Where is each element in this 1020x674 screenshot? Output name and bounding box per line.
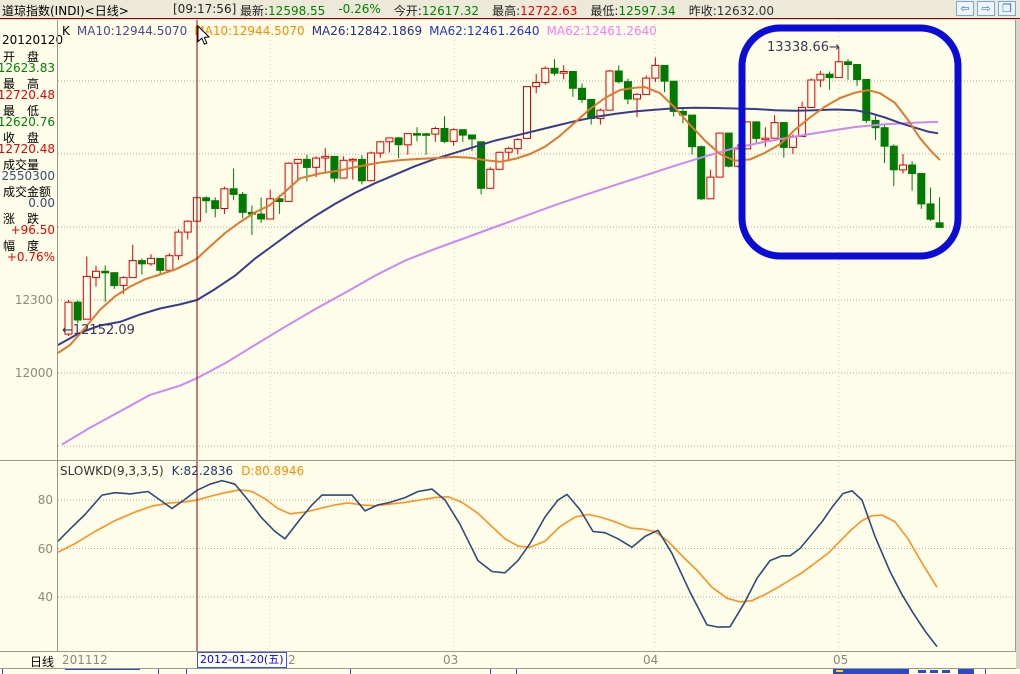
strip-segment-12: [985, 669, 986, 674]
strip-segment-2: [186, 669, 187, 674]
panel-separator: [0, 460, 1016, 461]
strip-segment-1: [158, 669, 159, 674]
date-tick-0: 201112: [62, 653, 108, 667]
left-gutter-border: [57, 20, 58, 668]
ma62-line: [61, 120, 939, 446]
date-tick-3: 04: [643, 653, 659, 667]
strip-yellow-mark: [836, 670, 843, 672]
mouse-cursor-icon: [197, 24, 211, 45]
strip-segment-11: [958, 669, 974, 674]
strip-segment-0: [2, 669, 3, 674]
month-gridlines: [269, 20, 840, 650]
stock-app-window: { "top_bar": { "title": "道琼指数(INDI)<日线>"…: [0, 0, 1020, 674]
selected-date-box[interactable]: 2012-01-20(五): [197, 652, 287, 668]
strip-segment-10: [942, 670, 950, 673]
strip-segment-4: [490, 669, 491, 674]
right-plot-border: [1015, 20, 1016, 668]
ma10-line: [58, 86, 941, 354]
strip-segment-5: [516, 669, 517, 674]
date-axis-row: 日线 2012-01-20(五) 201112 2 03 04 05: [0, 652, 1016, 669]
strip-segment-6: [65, 669, 140, 670]
kd-axis-label-80: 80: [37, 493, 53, 507]
kd-k-line: [58, 479, 938, 648]
price-axis-label-12300: 12300: [14, 293, 53, 307]
period-label: 日线: [30, 655, 55, 669]
price-axis-label-12000: 12000: [14, 365, 53, 380]
kd-axis-label-60: 60: [37, 541, 53, 556]
date-tick-1: 2: [288, 653, 296, 667]
low-price-annotation: ←12152.09: [62, 323, 135, 338]
strip-segment-7: [833, 669, 909, 674]
high-price-annotation: 13338.66→: [767, 40, 840, 55]
kd-gridlines: [58, 499, 1015, 598]
strip-segment-8: [918, 670, 926, 673]
strip-segment-9: [930, 670, 938, 673]
kd-d-line: [58, 488, 938, 603]
kd-axis-label-40: 40: [37, 590, 53, 604]
price-gridlines: [58, 80, 1015, 447]
date-tick-2: 03: [443, 653, 459, 667]
strip-segment-3: [350, 669, 351, 674]
date-tick-4: 05: [833, 653, 849, 667]
candlestick-chart[interactable]: [0, 0, 1020, 674]
bottom-strip: [0, 669, 1020, 674]
